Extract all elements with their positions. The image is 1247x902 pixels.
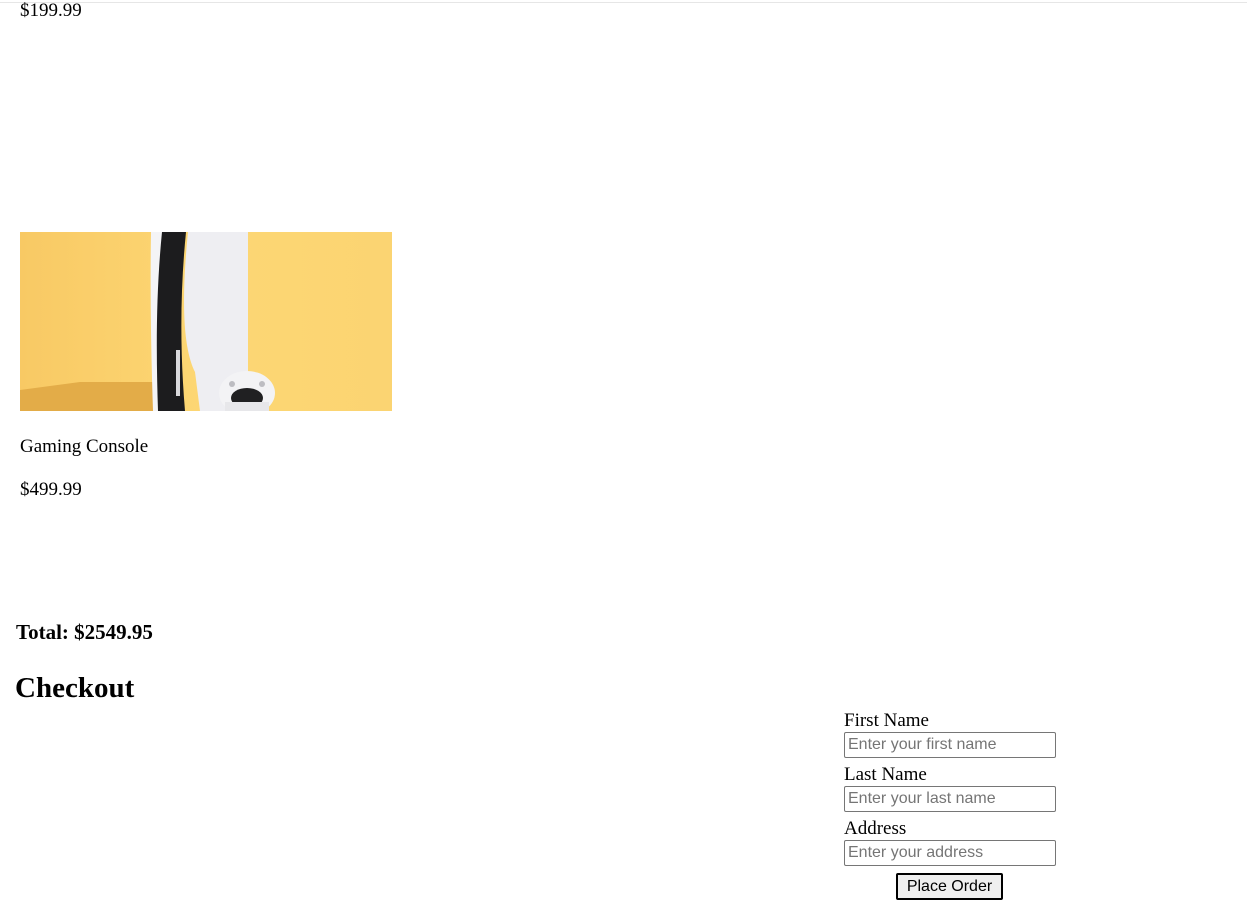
last-name-input[interactable] xyxy=(844,786,1056,812)
product-name: Gaming Console xyxy=(20,436,149,457)
product-image-gaming-console xyxy=(20,232,392,411)
checkout-form: First Name Last Name Address xyxy=(844,710,1056,872)
last-name-label: Last Name xyxy=(844,764,927,785)
place-order-button[interactable]: Place Order xyxy=(896,873,1003,900)
product-price-previous: $199.99 xyxy=(20,0,82,21)
address-label: Address xyxy=(844,818,907,839)
first-name-label: First Name xyxy=(844,710,929,731)
submit-row: Place Order xyxy=(896,873,1003,900)
checkout-heading: Checkout xyxy=(15,672,135,704)
top-divider xyxy=(0,2,1247,3)
page: $199.99 Gaming Console $499.99 Total: $2… xyxy=(0,0,1247,902)
address-input[interactable] xyxy=(844,840,1056,866)
first-name-input[interactable] xyxy=(844,732,1056,758)
product-price: $499.99 xyxy=(20,479,82,500)
cart-total: Total: $2549.95 xyxy=(16,620,153,644)
